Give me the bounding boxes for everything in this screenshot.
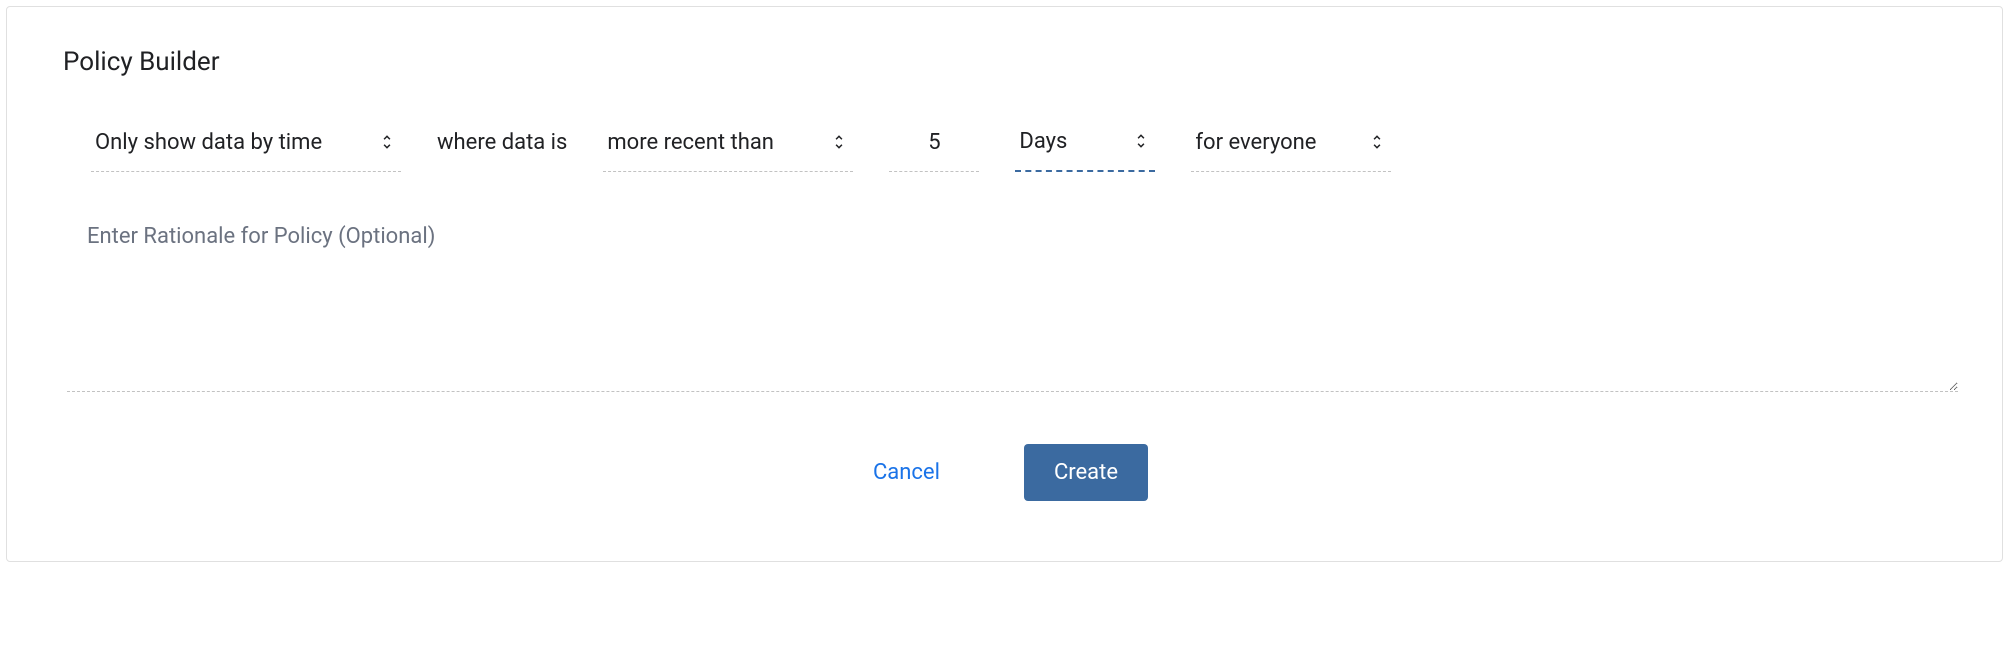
where-label: where data is bbox=[437, 130, 567, 167]
comparator-value: more recent than bbox=[607, 130, 774, 155]
comparator-select[interactable]: more recent than bbox=[603, 126, 853, 172]
filter-type-select[interactable]: Only show data by time bbox=[91, 126, 401, 172]
rationale-field-wrap bbox=[67, 224, 1958, 396]
policy-builder-row: Only show data by time where data is mor… bbox=[63, 125, 1946, 172]
unit-select[interactable]: Days bbox=[1015, 125, 1155, 172]
unfold-more-icon bbox=[377, 130, 397, 154]
create-button[interactable]: Create bbox=[1024, 444, 1148, 501]
unfold-more-icon bbox=[1131, 129, 1151, 153]
policy-builder-card: Policy Builder Only show data by time wh… bbox=[6, 6, 2003, 562]
card-title: Policy Builder bbox=[63, 47, 1946, 77]
unfold-more-icon bbox=[1367, 130, 1387, 154]
value-input[interactable] bbox=[889, 126, 979, 172]
scope-value: for everyone bbox=[1195, 130, 1316, 155]
unit-value: Days bbox=[1019, 129, 1067, 154]
scope-select[interactable]: for everyone bbox=[1191, 126, 1391, 172]
filter-type-value: Only show data by time bbox=[95, 130, 322, 155]
rationale-textarea[interactable] bbox=[67, 224, 1958, 392]
cancel-button[interactable]: Cancel bbox=[861, 450, 952, 495]
unfold-more-icon bbox=[829, 130, 849, 154]
action-row: Cancel Create bbox=[63, 444, 1946, 501]
